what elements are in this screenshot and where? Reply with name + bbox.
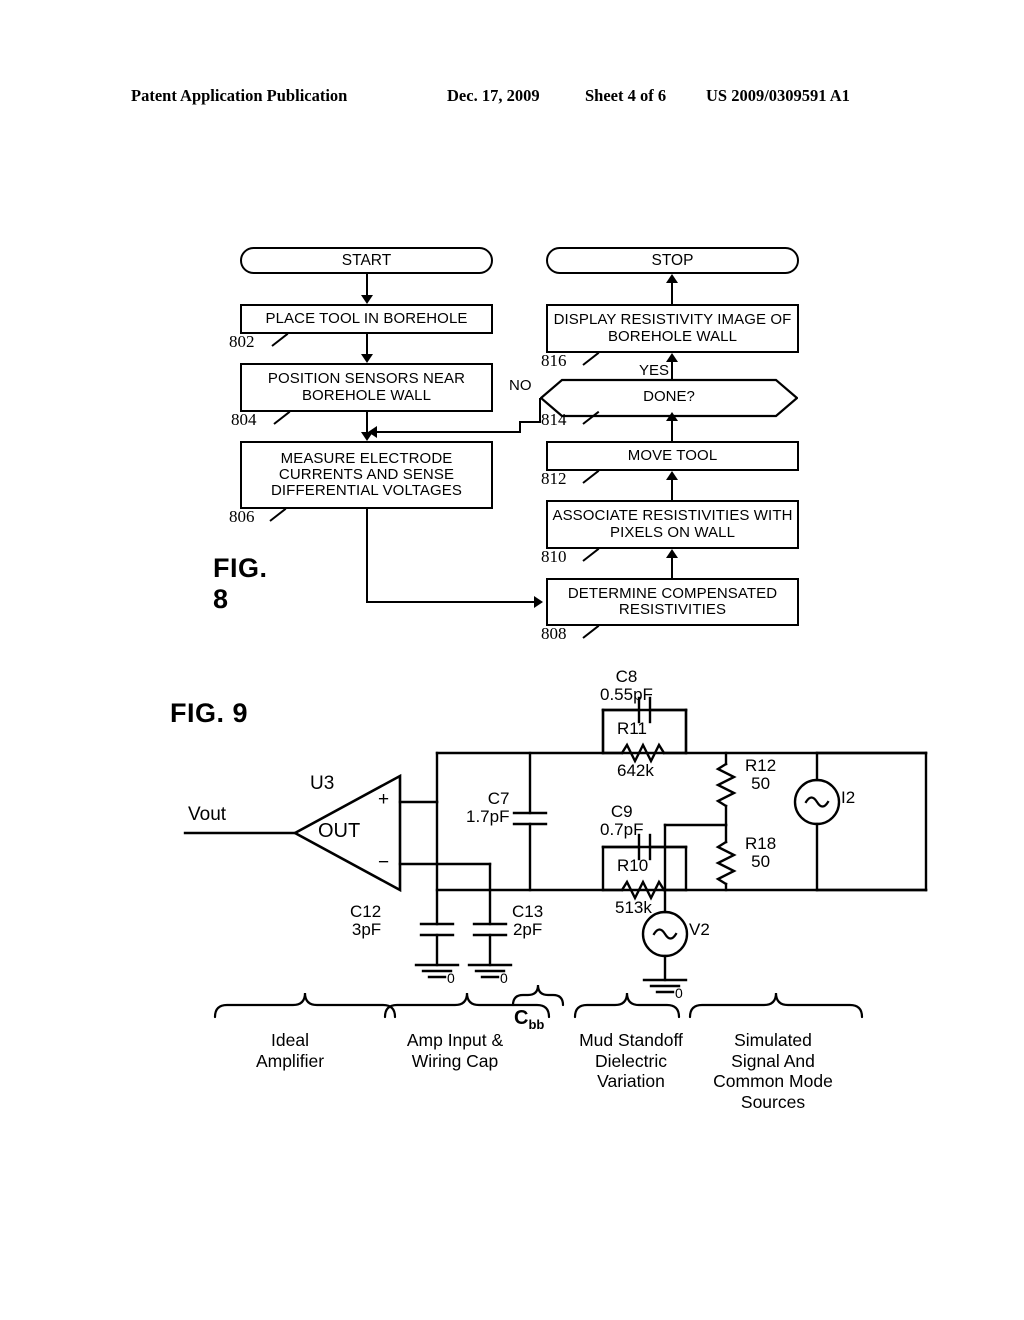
connector-808-810 [671, 558, 673, 578]
flowchart-step-806: MEASURE ELECTRODE CURRENTS AND SENSE DIF… [240, 441, 493, 509]
connector-start-802 [366, 274, 368, 296]
arrowhead-816-stop [666, 274, 678, 283]
step-804-text: POSITION SENSORS NEAR BOREHOLE WALL [267, 370, 466, 404]
publication-title: Patent Application Publication [131, 86, 348, 105]
opamp-minus-terminal: − [378, 852, 390, 873]
connector-806-down [366, 509, 368, 603]
ref-802: 802 [229, 332, 255, 351]
flowchart-step-802: PLACE TOOL IN BOREHOLE [240, 304, 493, 334]
connector-814-816 [671, 362, 673, 380]
connector-no-left [377, 431, 521, 433]
arrowhead-810-812 [666, 471, 678, 480]
connector-810-812 [671, 480, 673, 500]
step-802-text: PLACE TOOL IN BOREHOLE [265, 309, 468, 327]
flowchart-step-804: POSITION SENSORS NEAR BOREHOLE WALL [240, 363, 493, 412]
component-label-C9: C9 0.7pF [600, 802, 644, 839]
component-label-R12: R12 50 [745, 756, 777, 793]
ref-810: 810 [541, 547, 567, 566]
ref-814: 814 [541, 410, 567, 429]
ref-816: 816 [541, 351, 567, 370]
step-806-text: MEASURE ELECTRODE CURRENTS AND SENSE DIF… [270, 449, 463, 500]
publication-date: Dec. 17, 2009 [447, 86, 540, 105]
arrowhead-806-808 [534, 596, 543, 608]
ref-804: 804 [231, 410, 257, 429]
arrowhead-802-804 [361, 354, 373, 363]
ref-808: 808 [541, 624, 567, 643]
ground-label-C13: 0 [500, 970, 508, 986]
yes-label: YES [639, 362, 670, 379]
connector-806-right [366, 601, 535, 603]
page-header: Patent Application Publication Dec. 17, … [0, 86, 1024, 112]
no-label: NO [509, 377, 532, 394]
opamp-plus-terminal: + [378, 789, 390, 810]
start-label: START [341, 251, 392, 269]
opamp-designator: U3 [310, 773, 335, 794]
component-label-R11: R11 [617, 719, 647, 738]
ref-812: 812 [541, 469, 567, 488]
component-label-C8: C8 0.55pF [600, 667, 653, 704]
decision-814-text: DONE? [643, 388, 695, 405]
step-816-text: DISPLAY RESISTIVITY IMAGE OF BOREHOLE WA… [553, 311, 792, 345]
patent-number: US 2009/0309591 A1 [706, 86, 850, 105]
component-label-C13: C13 2pF [512, 902, 544, 939]
step-810-text: ASSOCIATE RESISTIVITIES WITH PIXELS ON W… [552, 507, 793, 541]
sheet-number: Sheet 4 of 6 [585, 86, 667, 105]
figure-9-label: FIG. 9 [170, 698, 249, 728]
component-label-R10: R10 [617, 856, 649, 875]
ground-label-C12: 0 [447, 970, 455, 986]
figure-8-label: FIG. 8 [213, 553, 268, 614]
flowchart-step-816: DISPLAY RESISTIVITY IMAGE OF BOREHOLE WA… [546, 304, 799, 353]
flowchart-step-810: ASSOCIATE RESISTIVITIES WITH PIXELS ON W… [546, 500, 799, 549]
component-label-I2: I2 [841, 788, 856, 807]
component-value-R11: 642k [617, 761, 654, 780]
brace-caption-amp-input-wiring-cap: Amp Input & Wiring Cap [406, 1030, 504, 1071]
connector-812-814 [671, 421, 673, 441]
arrowhead-no-feedback [368, 426, 377, 438]
component-label-C7: C7 1.7pF [466, 789, 510, 826]
brace-caption-ideal-amplifier: Ideal Amplifier [255, 1030, 325, 1071]
arrowhead-start-802 [361, 295, 373, 304]
arrowhead-812-814 [666, 412, 678, 421]
figure-9-circuit: FIG. 9 Vout U3 OUT + − C8 0.55pF R11 642… [0, 668, 1024, 1140]
brace-caption-simulated-sources: Simulated Signal And Common Mode Sources [713, 1030, 833, 1112]
step-812-text: MOVE TOOL [627, 446, 718, 464]
opamp-out-label: OUT [318, 820, 361, 842]
flowchart-stop-terminal: STOP [546, 247, 799, 274]
arrowhead-814-816 [666, 353, 678, 362]
connector-no-down [539, 398, 541, 423]
connector-no-left-step [519, 421, 541, 423]
stop-label: STOP [651, 251, 694, 269]
component-label-C12: C12 3pF [350, 902, 382, 939]
connector-816-stop [671, 283, 673, 305]
arrowhead-808-810 [666, 549, 678, 558]
flowchart-step-808: DETERMINE COMPENSATED RESISTIVITIES [546, 578, 799, 626]
flowchart-start-terminal: START [240, 247, 493, 274]
component-value-R10: 513k [615, 898, 652, 917]
cbb-label: Cbb [514, 1007, 545, 1032]
component-label-V2: V2 [689, 920, 710, 939]
ground-label-V2: 0 [675, 985, 683, 1001]
step-808-text: DETERMINE COMPENSATED RESISTIVITIES [567, 584, 778, 618]
ref-806: 806 [229, 507, 255, 526]
flowchart-step-812: MOVE TOOL [546, 441, 799, 471]
connector-802-804 [366, 334, 368, 355]
vout-label: Vout [188, 804, 227, 825]
component-label-R18: R18 50 [745, 834, 777, 871]
